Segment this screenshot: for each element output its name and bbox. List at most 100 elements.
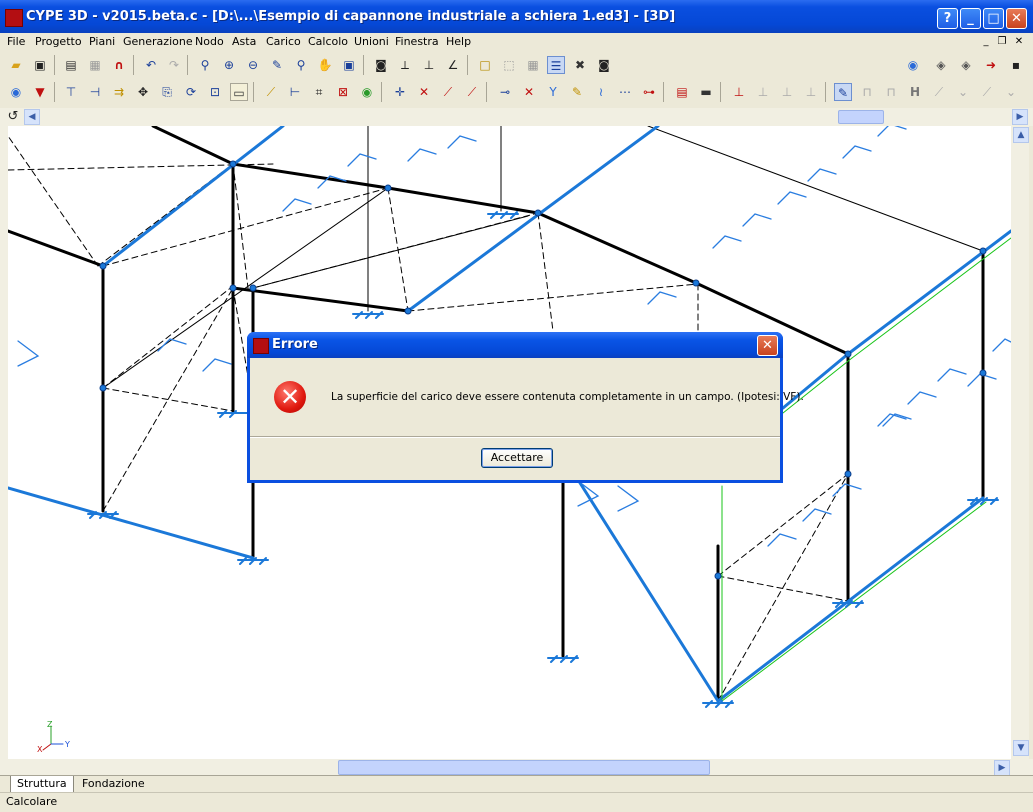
pencil-icon[interactable]: ✎: [268, 56, 286, 74]
menu-file[interactable]: File: [7, 35, 25, 48]
cube-icon[interactable]: ◈: [957, 56, 975, 74]
dimension-icon[interactable]: ⊥: [420, 56, 438, 74]
load-surface-icon[interactable]: ⟋: [463, 83, 481, 101]
zoom-all-icon[interactable]: ⊕: [220, 56, 238, 74]
edit-bar-icon[interactable]: ✎: [568, 83, 586, 101]
node-edit-icon[interactable]: ⊣: [86, 83, 104, 101]
node-constraint-icon[interactable]: ⇉: [110, 83, 128, 101]
scroll-down-button[interactable]: ▼: [1013, 740, 1029, 756]
mdi-restore-button[interactable]: ❐: [995, 35, 1009, 49]
scroll-up-button[interactable]: ▲: [1013, 127, 1029, 143]
close-button[interactable]: ✕: [1006, 8, 1027, 29]
horizontal-scroll-thumb[interactable]: [838, 110, 884, 124]
brush-icon[interactable]: ✎: [834, 83, 852, 101]
brace-icon[interactable]: ⟋: [978, 83, 996, 101]
connection-delete-icon[interactable]: ✕: [520, 83, 538, 101]
export-icon[interactable]: ▦: [86, 56, 104, 74]
foundation-edit-icon[interactable]: ⊥: [754, 83, 772, 101]
connection-detail-icon[interactable]: ⌄: [1002, 83, 1020, 101]
scroll-right-button[interactable]: ▶: [1012, 109, 1028, 125]
bar-delete-icon[interactable]: ⊠: [334, 83, 352, 101]
results-icon[interactable]: ▬: [697, 83, 715, 101]
pan-hand-icon[interactable]: ✋: [316, 56, 334, 74]
fork-icon[interactable]: Y: [544, 83, 562, 101]
menu-generazione[interactable]: Generazione: [123, 35, 193, 48]
buckling-icon[interactable]: ≀: [592, 83, 610, 101]
load-node-icon[interactable]: ✛: [391, 83, 409, 101]
view-icon[interactable]: ▣: [340, 56, 358, 74]
globe-icon[interactable]: ◉: [904, 56, 922, 74]
binoculars-icon[interactable]: ◙: [595, 56, 613, 74]
channel-icon[interactable]: ⌄: [954, 83, 972, 101]
maximize-button[interactable]: □: [983, 8, 1004, 29]
segment-node-icon[interactable]: ⊶: [640, 83, 658, 101]
save-icon[interactable]: ▣: [31, 56, 49, 74]
menu-progetto[interactable]: Progetto: [35, 35, 82, 48]
frame-icon[interactable]: ⊓: [858, 83, 876, 101]
car-icon[interactable]: ▪: [1007, 56, 1025, 74]
calculate-icon[interactable]: ▤: [673, 83, 691, 101]
grid-icon[interactable]: ▦: [524, 56, 542, 74]
open-folder-icon[interactable]: ▰: [7, 56, 25, 74]
bar-icon[interactable]: ⟋: [262, 83, 280, 101]
tools-icon[interactable]: ✖: [571, 56, 589, 74]
redo-icon[interactable]: ↷: [165, 56, 183, 74]
dialog-close-button[interactable]: ✕: [757, 335, 778, 356]
menu-nodo[interactable]: Nodo: [195, 35, 224, 48]
minimize-button[interactable]: _: [960, 8, 981, 29]
mdi-close-button[interactable]: ✕: [1012, 35, 1026, 49]
rectangle-icon[interactable]: □: [476, 56, 494, 74]
menu-finestra[interactable]: Finestra: [395, 35, 439, 48]
import-icon[interactable]: ▼: [31, 83, 49, 101]
print-preview-icon[interactable]: ▤: [62, 56, 80, 74]
cube-icon[interactable]: ◈: [932, 56, 950, 74]
menu-piani[interactable]: Piani: [89, 35, 115, 48]
move-icon[interactable]: ✥: [134, 83, 152, 101]
mdi-minimize-button[interactable]: _: [979, 35, 993, 49]
bottom-scroll-thumb[interactable]: [338, 760, 710, 775]
bar-length-icon[interactable]: ⊢: [286, 83, 304, 101]
rotate-icon[interactable]: ⟳: [182, 83, 200, 101]
foundation-copy-icon[interactable]: ⊥: [778, 83, 796, 101]
foundation-delete-icon[interactable]: ⊥: [802, 83, 820, 101]
foundation-icon[interactable]: ⊥: [730, 83, 748, 101]
menu-carico[interactable]: Carico: [266, 35, 301, 48]
menu-calcolo[interactable]: Calcolo: [308, 35, 348, 48]
bottom-scroll-right-button[interactable]: ▶: [994, 760, 1010, 776]
zoom-previous-icon[interactable]: ⊖: [244, 56, 262, 74]
toolbar-separator: [187, 55, 188, 75]
menu-unioni[interactable]: Unioni: [354, 35, 389, 48]
menu-help[interactable]: Help: [446, 35, 471, 48]
select-icon[interactable]: ⬚: [500, 56, 518, 74]
segment-icon[interactable]: ⋯: [616, 83, 634, 101]
comment-icon[interactable]: ▭: [230, 83, 248, 101]
angle-section-icon[interactable]: ⟋: [930, 83, 948, 101]
tab-struttura[interactable]: Struttura: [10, 776, 74, 793]
scroll-left-button[interactable]: ◀: [24, 109, 40, 125]
load-delete-icon[interactable]: ✕: [415, 83, 433, 101]
undo-icon[interactable]: ↶: [142, 56, 160, 74]
beam-icon[interactable]: ⊓: [882, 83, 900, 101]
accept-button[interactable]: Accettare: [481, 448, 553, 468]
binoculars-icon[interactable]: ◙: [372, 56, 390, 74]
text-icon[interactable]: ⊡: [206, 83, 224, 101]
h-section-icon[interactable]: H: [906, 83, 924, 101]
menu-asta[interactable]: Asta: [232, 35, 256, 48]
connection-icon[interactable]: ⊸: [496, 83, 514, 101]
axis-icon[interactable]: ⟂: [396, 56, 414, 74]
angle-icon[interactable]: ∠: [444, 56, 462, 74]
zoom-dynamic-icon[interactable]: ⚲: [292, 56, 310, 74]
load-bar-icon[interactable]: ⟋: [439, 83, 457, 101]
tab-fondazione[interactable]: Fondazione: [76, 776, 151, 792]
globe-icon[interactable]: ◉: [7, 83, 25, 101]
node-icon[interactable]: ⊤: [62, 83, 80, 101]
layers-icon[interactable]: ☰: [547, 56, 565, 74]
rotate-view-icon[interactable]: ↺: [6, 110, 20, 124]
bar-select-icon[interactable]: ⌗: [310, 83, 328, 101]
copy-icon[interactable]: ⎘: [158, 83, 176, 101]
export-arrow-icon[interactable]: ➜: [982, 56, 1000, 74]
bar-view-icon[interactable]: ◉: [358, 83, 376, 101]
magnet-icon[interactable]: ∩: [110, 56, 128, 74]
help-button[interactable]: ?: [937, 8, 958, 29]
zoom-window-icon[interactable]: ⚲: [196, 56, 214, 74]
